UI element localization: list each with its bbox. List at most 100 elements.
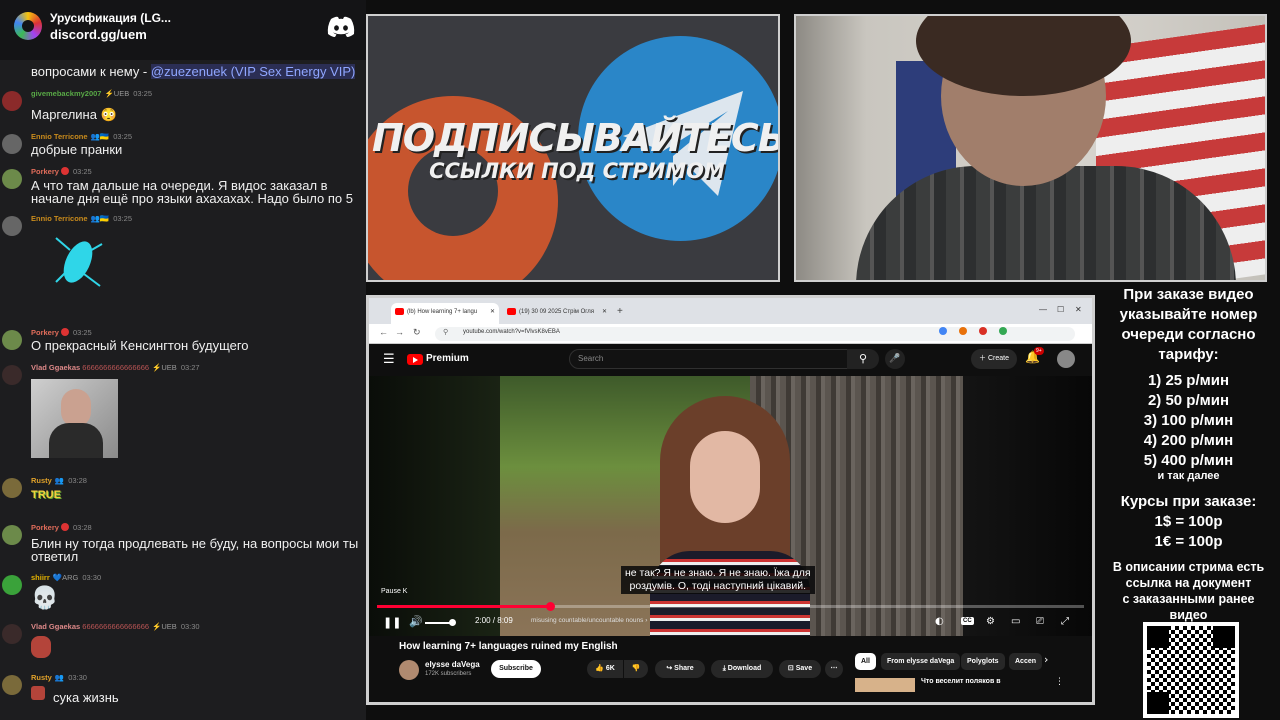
site-info-icon[interactable]: ⚲ xyxy=(443,328,448,336)
tab-youtube-video[interactable]: (lb) How learning 7+ langu ✕ xyxy=(391,303,499,324)
autoplay-toggle-icon[interactable]: ◐ xyxy=(935,616,944,627)
maximize-icon[interactable]: ☐ xyxy=(1057,305,1064,314)
more-actions-icon[interactable]: ⋯ xyxy=(825,660,843,678)
price-etc: и так далее xyxy=(1157,470,1220,482)
volume-knob[interactable] xyxy=(449,619,456,626)
create-button[interactable]: ＋ Create xyxy=(971,349,1017,369)
notification-count: 9+ xyxy=(1034,347,1044,355)
username-suffix: 6666666666666666 xyxy=(82,622,150,631)
username[interactable]: Porkery xyxy=(31,523,59,532)
user-badge: 👥🇺🇦 xyxy=(90,132,110,141)
chevron-right-icon[interactable]: › xyxy=(1044,653,1048,666)
forward-icon[interactable]: → xyxy=(395,327,404,337)
dislike-button[interactable]: 👎 xyxy=(624,660,648,678)
chat-message: Vlad Ggaekas 6666666666666666 ⚡UEB 03:30 xyxy=(0,622,366,662)
message-meta: Porkery 03:25 xyxy=(31,328,92,337)
recommended-title[interactable]: Что веселит поляков в xyxy=(921,678,1001,685)
account-avatar[interactable] xyxy=(1057,350,1075,368)
timestamp: 03:28 xyxy=(68,476,87,485)
username-suffix: 6666666666666666 xyxy=(82,363,150,372)
order-info-panel: При заказе видео указывайте номер очеред… xyxy=(1097,285,1280,720)
extension-icon[interactable] xyxy=(939,327,947,335)
extension-icon[interactable] xyxy=(959,327,967,335)
tab-stream[interactable]: (19) 30 09 2025 Стрім Огля ✕ xyxy=(503,303,611,324)
user-badge: 💙ARG xyxy=(52,573,79,582)
message-meta: Rusty 👥 03:30 xyxy=(31,673,87,682)
youtube-premium-label[interactable]: Premium xyxy=(426,353,469,364)
back-icon[interactable]: ← xyxy=(379,327,388,337)
username[interactable]: Ennio Terricone xyxy=(31,214,88,223)
timestamp: 03:27 xyxy=(180,363,200,372)
window-close-icon[interactable]: ✕ xyxy=(1075,305,1082,314)
chapter-title[interactable]: misusing countable/uncountable nouns › xyxy=(531,617,647,624)
youtube-logo-icon[interactable] xyxy=(407,354,423,365)
avatar xyxy=(2,525,22,545)
username[interactable]: shiirr xyxy=(31,573,50,582)
download-button[interactable]: ⤓ Download xyxy=(711,660,773,678)
close-icon[interactable]: ✕ xyxy=(490,308,495,315)
video-player[interactable]: не так? Я не знаю. Я не знаю. Їжа для ро… xyxy=(369,376,1092,636)
chat-message: Ennio Terricone 👥🇺🇦 03:25 xyxy=(0,214,366,294)
skull-sticker: 💀 xyxy=(31,586,59,611)
username[interactable]: Rusty xyxy=(31,476,52,485)
price-tier: 5) 400 р/мин xyxy=(1143,452,1234,469)
extension-icon[interactable] xyxy=(979,327,987,335)
username[interactable]: Rusty xyxy=(31,673,52,682)
new-tab-button[interactable]: + xyxy=(617,306,623,317)
username[interactable]: Vlad Ggaekas xyxy=(31,363,80,372)
channel-avatar[interactable] xyxy=(399,660,419,680)
chip-polyglots[interactable]: Polyglots xyxy=(961,653,1005,670)
username[interactable]: Porkery xyxy=(31,167,59,176)
share-button[interactable]: ↪ Share xyxy=(655,660,705,678)
video-info-section: How learning 7+ languages ruined my Engl… xyxy=(369,636,1092,702)
chip-all[interactable]: All xyxy=(855,653,876,670)
chat-message: Porkery 03:28 Блин ну тогда продлевать не… xyxy=(0,523,366,563)
reload-icon[interactable]: ↻ xyxy=(413,327,421,338)
username[interactable]: Ennio Terricone xyxy=(31,132,88,141)
message-text: вопросами к нему - @zuezenuek (VIP Sex E… xyxy=(31,64,356,79)
share-label: Share xyxy=(674,665,694,672)
create-label: Create xyxy=(987,355,1009,362)
captions-icon[interactable]: CC xyxy=(961,617,974,625)
username[interactable]: Porkery xyxy=(31,328,59,337)
settings-gear-icon[interactable]: ⚙ xyxy=(986,616,995,627)
video-frame xyxy=(500,376,963,636)
channel-name[interactable]: elysse daVega xyxy=(425,660,480,669)
volume-slider[interactable] xyxy=(425,622,451,624)
extension-icon[interactable] xyxy=(999,327,1007,335)
share-icon: ↪ xyxy=(666,665,673,672)
progress-bar[interactable] xyxy=(377,602,1084,611)
avatar xyxy=(2,216,22,236)
timestamp: 03:25 xyxy=(113,214,133,223)
cast-icon[interactable]: ⎚ xyxy=(1036,616,1044,627)
username[interactable]: givemebackmy2007 xyxy=(31,89,101,98)
miniplayer-icon[interactable]: ▭ xyxy=(1011,616,1020,627)
chip-accent[interactable]: Accen xyxy=(1009,653,1043,670)
timestamp: 03:25 xyxy=(113,132,133,141)
timestamp: 03:30 xyxy=(180,622,200,631)
fullscreen-icon[interactable]: ⤢ xyxy=(1061,616,1069,627)
kebab-menu-icon[interactable]: ⋮ xyxy=(1055,677,1064,687)
minimize-icon[interactable]: — xyxy=(1039,305,1047,314)
search-icon[interactable]: ⚲ xyxy=(847,349,879,369)
chat-message: shiirr 💙ARG 03:30 💀 xyxy=(0,573,366,617)
price-tier: 3) 100 р/мин xyxy=(1143,412,1234,429)
username[interactable]: Vlad Ggaekas xyxy=(31,622,80,631)
true-sticker: TRUE xyxy=(31,489,61,501)
timestamp: 03:25 xyxy=(72,328,92,337)
user-badge: ⚡UEB xyxy=(152,622,177,631)
subscribe-button[interactable]: Subscribe xyxy=(491,660,541,678)
avatar xyxy=(2,330,22,350)
like-button[interactable]: 👍 6K xyxy=(587,660,623,678)
user-mention[interactable]: @zuezenuek (VIP Sex Energy VIP) xyxy=(150,64,356,79)
save-button[interactable]: ⊡ Save xyxy=(779,660,821,678)
attached-photo[interactable] xyxy=(31,379,118,458)
volume-icon[interactable]: 🔊 xyxy=(409,615,423,628)
search-input[interactable]: Search xyxy=(569,349,869,369)
hamburger-menu-icon[interactable]: ☰ xyxy=(383,352,395,367)
chip-from-channel[interactable]: From elysse daVega xyxy=(881,653,961,670)
pause-icon[interactable]: ❚❚ xyxy=(383,616,401,629)
microphone-icon[interactable]: 🎤 xyxy=(885,349,905,369)
close-icon[interactable]: ✕ xyxy=(602,308,607,315)
recommended-thumbnail[interactable] xyxy=(855,678,915,692)
